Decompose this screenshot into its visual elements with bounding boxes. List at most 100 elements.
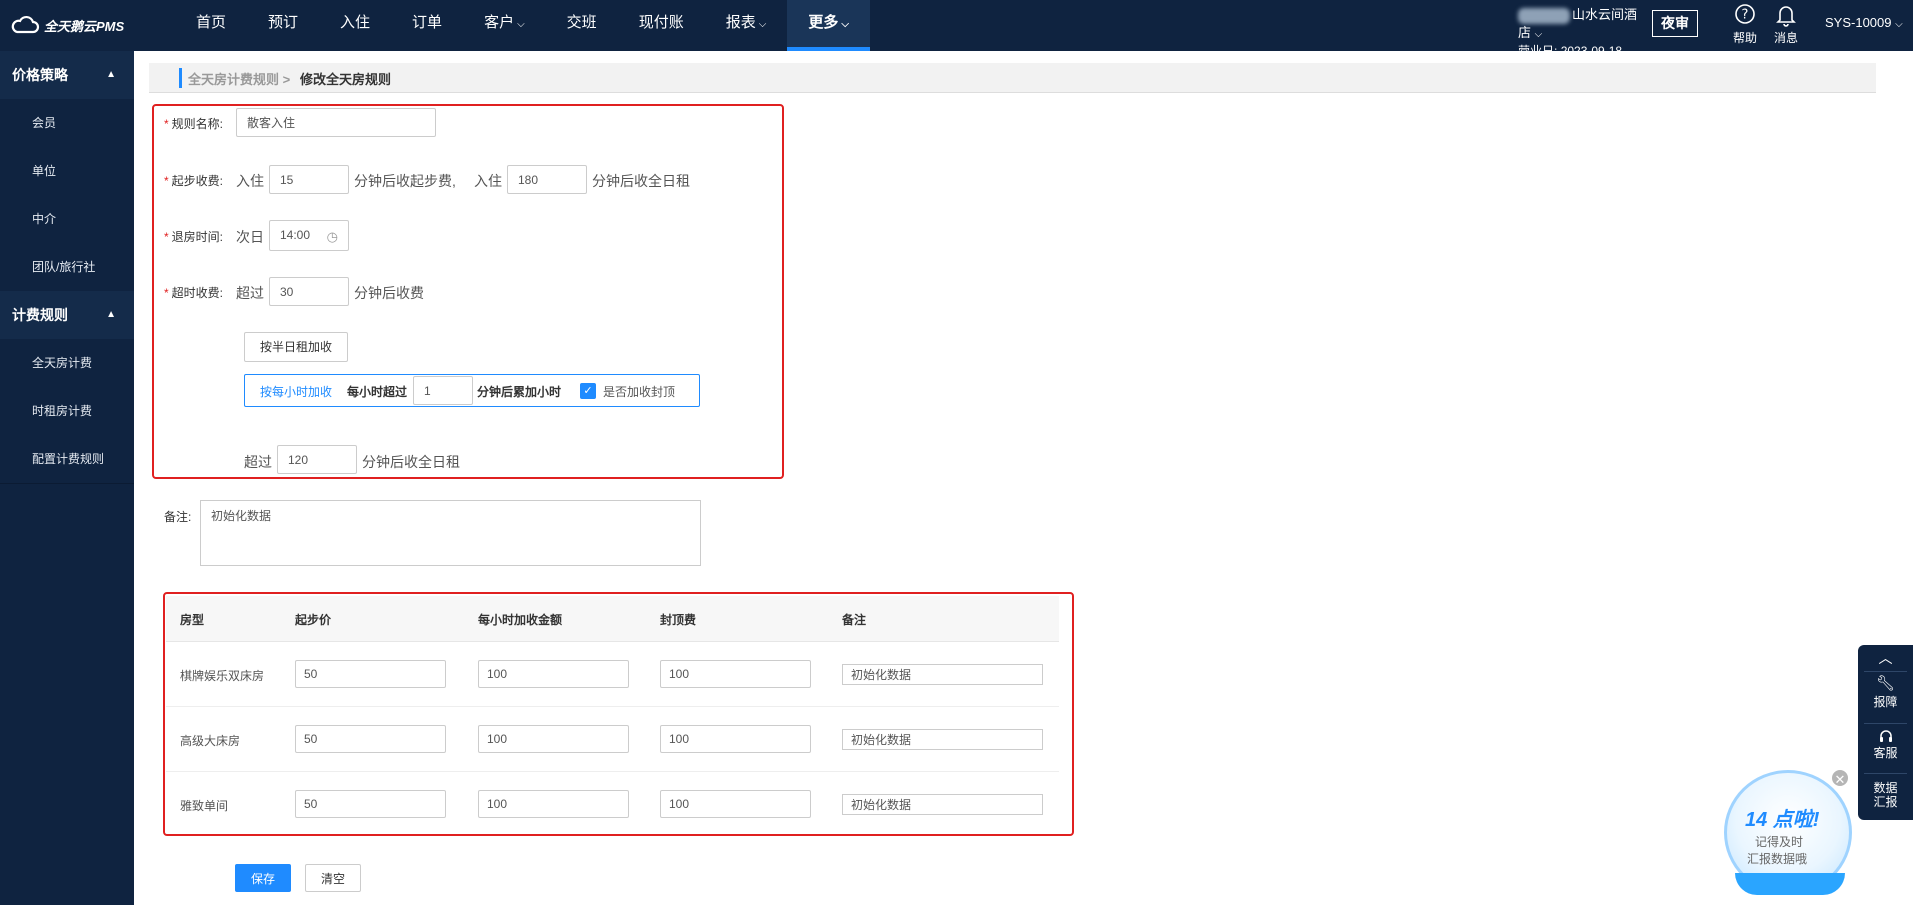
cap-checkbox[interactable]: ✓ <box>580 383 596 399</box>
required-mark: * <box>164 230 169 244</box>
clear-button[interactable]: 清空 <box>305 864 361 892</box>
table-row: 雅致单间 <box>166 772 1059 837</box>
table-row: 高级大床房 <box>166 707 1059 772</box>
start-price-input[interactable] <box>295 660 446 688</box>
app-logo-text: 全天鹅云PMS <box>44 18 125 34</box>
hourly-minutes-input[interactable] <box>413 376 473 405</box>
table-header: 房型 起步价 每小时加收金额 封顶费 备注 <box>166 596 1059 642</box>
sidebar-group-label: 价格策略 <box>12 67 68 83</box>
hourly-surcharge-option[interactable]: 按每小时加收 每小时超过 分钟后累加小时 ✓ 是否加收封顶 <box>244 374 700 407</box>
headset-icon <box>1858 728 1913 746</box>
customer-service-button[interactable]: 客服 <box>1858 728 1913 760</box>
hotel-selector[interactable]: 山水云间酒店 ⌵ 营业日: 2023-09-18 <box>1518 6 1648 60</box>
data-report-label-2: 汇报 <box>1873 795 1898 809</box>
column-room-type: 房型 <box>180 613 205 627</box>
start-after-text: 分钟后收起步费, <box>354 173 456 189</box>
cap-fee-input[interactable] <box>660 660 811 688</box>
breadcrumb: 全天房计费规则 > 修改全天房规则 <box>149 63 1876 93</box>
hourly-surcharge-tag[interactable]: 按每小时加收 <box>260 383 332 400</box>
report-issue-button[interactable]: 🔧︎ 报障 <box>1858 675 1913 709</box>
overtime-after-text: 分钟后收费 <box>354 285 424 301</box>
nav-orders[interactable]: 订单 <box>391 0 463 51</box>
nav-reservation[interactable]: 预订 <box>247 0 319 51</box>
remarks-textarea[interactable]: 初始化数据 <box>200 500 701 566</box>
cap-fee-input[interactable] <box>660 790 811 818</box>
scroll-top-button[interactable]: ︿ <box>1858 651 1913 666</box>
hourly-exceed-text: 每小时超过 <box>347 385 408 399</box>
start-price-input[interactable] <box>295 790 446 818</box>
sidebar-item-member[interactable]: 会员 <box>0 99 134 147</box>
checkout-time-picker[interactable]: 14:00 ◷ <box>269 220 349 251</box>
full-minutes-input[interactable] <box>507 165 587 194</box>
nav-checkin[interactable]: 入住 <box>319 0 391 51</box>
night-audit-button[interactable]: 夜审 <box>1652 10 1698 37</box>
user-menu[interactable]: SYS-10009 ⌵ <box>1825 15 1903 30</box>
nav-cash-account[interactable]: 现付账 <box>618 0 705 51</box>
bubble-wave-decoration <box>1735 873 1845 895</box>
remarks-label: 备注: <box>164 510 192 524</box>
sidebar-item-fullday-billing[interactable]: 全天房计费 <box>0 339 134 387</box>
reminder-line-2: 汇报数据哦 <box>1747 852 1808 866</box>
sidebar-group-billing[interactable]: 计费规则 ▲ <box>0 291 134 339</box>
sidebar-item-hourly-billing[interactable]: 时租房计费 <box>0 387 134 435</box>
business-date: 2023-09-18 <box>1560 43 1623 58</box>
remark-input[interactable] <box>842 794 1043 815</box>
half-day-surcharge-button[interactable]: 按半日租加收 <box>244 332 348 362</box>
full-day-minutes-input[interactable] <box>277 445 357 474</box>
data-report-button[interactable]: 数据 汇报 <box>1858 781 1913 809</box>
room-type-name: 高级大床房 <box>180 734 241 748</box>
hourly-amount-input[interactable] <box>478 725 629 753</box>
sidebar-group-pricing[interactable]: 价格策略 ▲ <box>0 51 134 99</box>
chevron-up-icon: ︿ <box>1878 650 1893 666</box>
room-type-name: 棋牌娱乐双床房 <box>180 669 265 683</box>
cap-checkbox-label: 是否加收封顶 <box>603 385 676 399</box>
nav-shift-handover[interactable]: 交班 <box>546 0 618 51</box>
app-logo[interactable]: 全天鹅云PMS <box>10 13 124 37</box>
sidebar-item-company[interactable]: 单位 <box>0 147 134 195</box>
required-mark: * <box>164 174 169 188</box>
report-issue-label: 报障 <box>1873 695 1898 709</box>
sidebar-group-label: 计费规则 <box>12 307 68 323</box>
toolbar-divider <box>1864 671 1907 672</box>
remark-input[interactable] <box>842 729 1043 750</box>
exceed-text: 超过 <box>236 285 264 301</box>
rule-name-input[interactable] <box>236 108 436 137</box>
help-button[interactable]: ? 帮助 <box>1728 3 1762 46</box>
start-minutes-input[interactable] <box>269 165 349 194</box>
cap-fee-input[interactable] <box>660 725 811 753</box>
remark-input[interactable] <box>842 664 1043 685</box>
close-icon[interactable]: ✕ <box>1830 768 1850 788</box>
nav-home[interactable]: 首页 <box>175 0 247 51</box>
checkout-time-value: 14:00 <box>280 228 311 242</box>
sidebar-item-config-billing[interactable]: 配置计费规则 <box>0 435 134 483</box>
start-price-input[interactable] <box>295 725 446 753</box>
chevron-down-icon: ⌵ <box>841 19 849 30</box>
column-cap-fee: 封顶费 <box>660 613 697 627</box>
sidebar-item-agent[interactable]: 中介 <box>0 195 134 243</box>
customer-service-label: 客服 <box>1873 746 1898 760</box>
column-start-price: 起步价 <box>295 613 332 627</box>
chevron-down-icon: ⌵ <box>517 19 525 30</box>
overtime-fee-label: * 超时收费: <box>164 286 224 300</box>
redacted-mark <box>1518 7 1570 24</box>
nav-reports[interactable]: 报表 ⌵ <box>705 0 788 51</box>
toolbar-divider <box>1864 723 1907 724</box>
messages-button[interactable]: 消息 <box>1769 3 1803 46</box>
breadcrumb-current: 修改全天房规则 <box>300 72 392 87</box>
top-navbar: 全天鹅云PMS 首页 预订 入住 订单 客户 ⌵ 交班 现付账 报表 ⌵ 更多 ⌵ 山… <box>0 0 1913 58</box>
nav-customers[interactable]: 客户 ⌵ <box>463 0 546 51</box>
reminder-bubble[interactable]: 14 点啦! 记得及时 汇报数据哦 <box>1724 770 1852 895</box>
overtime-minutes-input[interactable] <box>269 277 349 306</box>
sidebar: 价格策略 ▲ 会员 单位 中介 团队/旅行社 计费规则 ▲ 全天房计费 时租房计… <box>0 51 134 905</box>
nav-more[interactable]: 更多 ⌵ <box>787 0 870 51</box>
hourly-amount-input[interactable] <box>478 660 629 688</box>
svg-text:?: ? <box>1742 8 1749 23</box>
sidebar-item-group-travel[interactable]: 团队/旅行社 <box>0 243 134 291</box>
floating-toolbar: ︿ 🔧︎ 报障 客服 数据 汇报 <box>1858 645 1913 820</box>
hourly-amount-input[interactable] <box>478 790 629 818</box>
breadcrumb-parent-link[interactable]: 全天房计费规则 > <box>188 69 290 88</box>
reminder-line-1: 记得及时 <box>1755 835 1804 849</box>
checkin-text-2: 入住 <box>474 173 502 189</box>
wrench-icon: 🔧︎ <box>1875 675 1896 692</box>
save-button[interactable]: 保存 <box>235 864 291 892</box>
